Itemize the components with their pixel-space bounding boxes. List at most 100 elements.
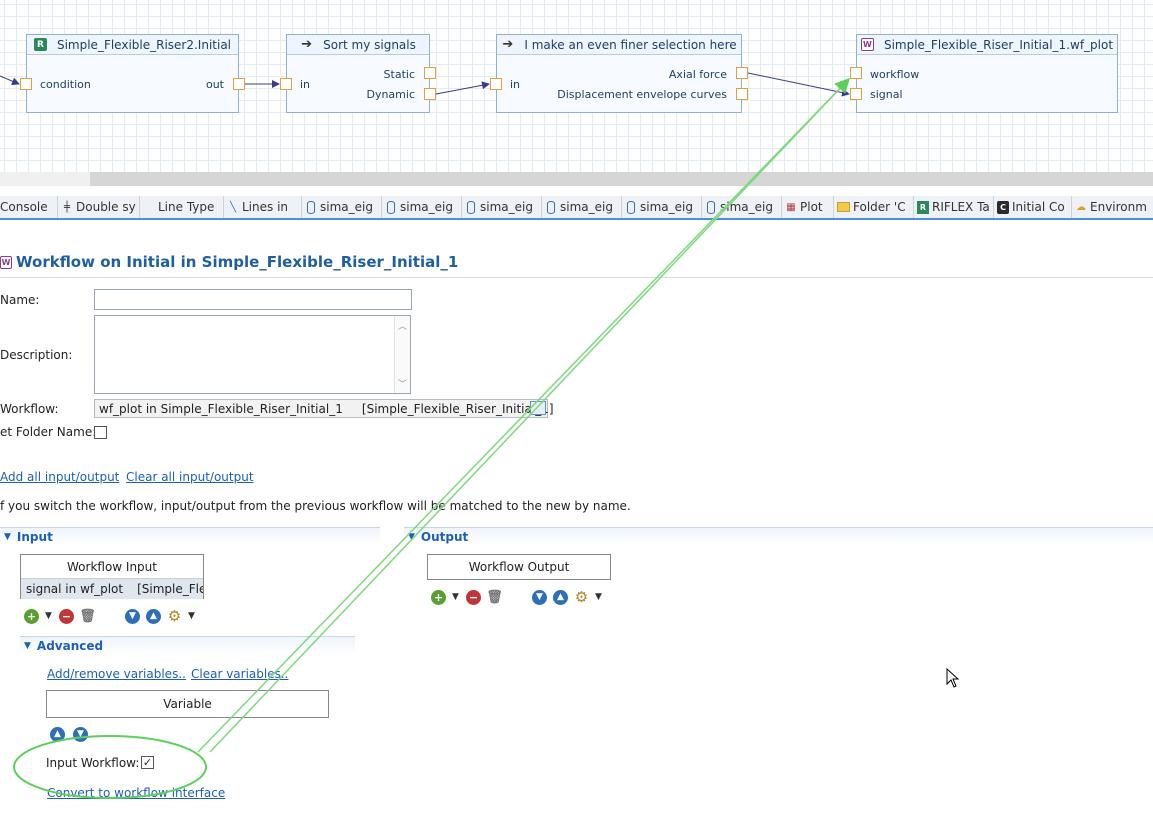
set-folder-name-checkbox[interactable]	[94, 426, 107, 439]
workflow-input-header[interactable]: Workflow Input	[21, 555, 203, 579]
clear-variables-link[interactable]: Clear variables..	[191, 667, 289, 681]
tab-label: Line Type	[158, 200, 215, 214]
plot-icon: ▦	[786, 201, 796, 213]
workflow-field[interactable]: wf_plot in Simple_Flexible_Riser_Initial…	[94, 399, 554, 418]
add-icon[interactable]: +	[431, 589, 446, 605]
tab-lines-in[interactable]: ╲ Lines in	[224, 196, 302, 218]
collapse-triangle-icon[interactable]: ▼	[4, 532, 11, 542]
remove-icon[interactable]: −	[59, 608, 74, 624]
cylinder-icon	[627, 200, 635, 214]
tab-label: Console	[0, 200, 48, 214]
workflow-icon: W	[0, 255, 12, 269]
tab-line-type[interactable]: Line Type	[140, 196, 224, 218]
tab-label: sima_eig	[720, 200, 773, 214]
title-divider	[0, 277, 1153, 278]
dropdown-arrow-icon[interactable]: ▼	[452, 592, 460, 602]
dropdown-arrow-icon[interactable]: ▼	[45, 611, 53, 621]
cylinder-icon	[307, 200, 315, 214]
tab-label: sima_eig	[560, 200, 613, 214]
browse-workflow-icon[interactable]	[530, 401, 546, 415]
tab-plot[interactable]: ▦ Plot	[782, 196, 834, 218]
input-workflow-checkbox[interactable]: ✓	[141, 756, 154, 769]
advanced-section-header[interactable]: ▼ Advanced	[20, 636, 355, 654]
tab-label: Lines in	[242, 200, 289, 214]
scroll-down-icon[interactable]: ﹀	[398, 377, 407, 390]
tab-folder[interactable]: Folder 'C	[834, 196, 914, 218]
collapse-triangle-icon[interactable]: ▼	[408, 532, 415, 542]
line-icon: ╲	[229, 201, 237, 213]
workflow-output-header[interactable]: Workflow Output	[428, 555, 610, 579]
scrollbar-track[interactable]	[0, 172, 90, 186]
trash-icon[interactable]: 🗑	[486, 590, 503, 605]
table-header-label: Workflow Input	[67, 559, 157, 574]
input-workflow-label: Input Workflow:	[46, 756, 140, 770]
cylinder-icon	[707, 200, 715, 214]
move-down-icon[interactable]: ▼	[532, 589, 547, 605]
set-folder-name-label: et Folder Name:	[0, 425, 97, 439]
description-textarea[interactable]: ︿ ﹀	[94, 315, 411, 394]
convert-to-workflow-interface-link[interactable]: Convert to workflow interface	[47, 786, 225, 800]
tab-initial-condition[interactable]: C Initial Co	[994, 196, 1072, 218]
tab-label: Environm	[1090, 200, 1147, 214]
add-icon[interactable]: +	[24, 608, 39, 624]
workflow-value: wf_plot in Simple_Flexible_Riser_Initial…	[99, 402, 554, 416]
tab-environment[interactable]: ☁ Environm	[1072, 196, 1153, 218]
info-text: f you switch the workflow, input/output …	[0, 499, 631, 513]
editor-tab-bar: Console ╪ Double sy Line Type ╲ Lines in…	[0, 196, 1153, 220]
remove-icon[interactable]: −	[466, 589, 481, 605]
gear-icon[interactable]: ⚙	[574, 588, 589, 606]
table-row[interactable]: signal in wf_plot [Simple_Flexil	[21, 579, 203, 599]
tab-sima-eig[interactable]: sima_eig	[462, 196, 542, 218]
move-up-icon[interactable]: ▲	[553, 589, 568, 605]
tab-sima-eig[interactable]: sima_eig	[302, 196, 382, 218]
output-section-title: Output	[420, 529, 469, 544]
canvas-horizontal-scrollbar[interactable]	[0, 172, 1153, 186]
tab-label: sima_eig	[640, 200, 693, 214]
riflex-icon: R	[917, 200, 929, 214]
name-input[interactable]	[94, 289, 412, 310]
tab-riflex[interactable]: R RIFLEX Ta	[914, 196, 994, 218]
checkmark-icon: ✓	[142, 756, 153, 769]
tab-sima-eig[interactable]: sima_eig	[622, 196, 702, 218]
wire	[435, 81, 490, 95]
tab-sima-eig[interactable]: sima_eig	[382, 196, 462, 218]
folder-icon	[837, 202, 850, 212]
dropdown-arrow-icon[interactable]: ▼	[188, 611, 196, 621]
condition-icon: C	[997, 200, 1009, 214]
variable-table-header[interactable]: Variable	[47, 691, 328, 717]
tab-label: Plot	[800, 200, 823, 214]
add-remove-variables-link[interactable]: Add/remove variables..	[47, 667, 186, 681]
tab-sima-eig[interactable]: sima_eig	[702, 196, 782, 218]
description-label: Description:	[0, 348, 73, 362]
output-section-header[interactable]: ▼ Output	[404, 527, 1153, 545]
move-down-icon[interactable]: ▼	[125, 608, 140, 624]
description-scrollbar[interactable]: ︿ ﹀	[394, 316, 410, 393]
add-all-io-link[interactable]: Add all input/output	[0, 470, 119, 484]
name-label: Name:	[0, 293, 40, 307]
trash-icon[interactable]: 🗑	[79, 609, 96, 624]
page-title: Workflow on Initial in Simple_Flexible_R…	[16, 253, 459, 271]
mouse-cursor-icon	[946, 668, 960, 688]
gear-icon[interactable]: ⚙	[167, 607, 182, 625]
input-section-header[interactable]: ▼ Input	[0, 527, 380, 545]
wire	[747, 72, 850, 97]
tab-sima-eig[interactable]: sima_eig	[542, 196, 622, 218]
workflow-canvas[interactable]: R Simple_Flexible_Riser2.Initial conditi…	[0, 0, 1153, 172]
table-cell: signal in wf_plot	[26, 582, 124, 596]
move-up-icon[interactable]: ▲	[146, 608, 161, 624]
tab-label: sima_eig	[480, 200, 533, 214]
variable-table[interactable]: Variable	[46, 690, 329, 718]
tab-label: Double sy	[76, 200, 136, 214]
move-up-icon[interactable]: ▲	[50, 726, 65, 742]
collapse-triangle-icon[interactable]: ▼	[24, 641, 31, 651]
dropdown-arrow-icon[interactable]: ▼	[595, 592, 603, 602]
clear-all-io-link[interactable]: Clear all input/output	[126, 470, 254, 484]
scroll-up-icon[interactable]: ︿	[398, 319, 407, 332]
tab-double-sy[interactable]: ╪ Double sy	[58, 196, 140, 218]
workflow-input-table[interactable]: Workflow Input signal in wf_plot [Simple…	[20, 554, 204, 599]
tab-console[interactable]: Console	[0, 196, 58, 218]
connection-wires	[0, 72, 850, 97]
workflow-output-table[interactable]: Workflow Output	[427, 554, 611, 580]
tab-label: sima_eig	[320, 200, 373, 214]
move-down-icon[interactable]: ▼	[73, 726, 88, 742]
